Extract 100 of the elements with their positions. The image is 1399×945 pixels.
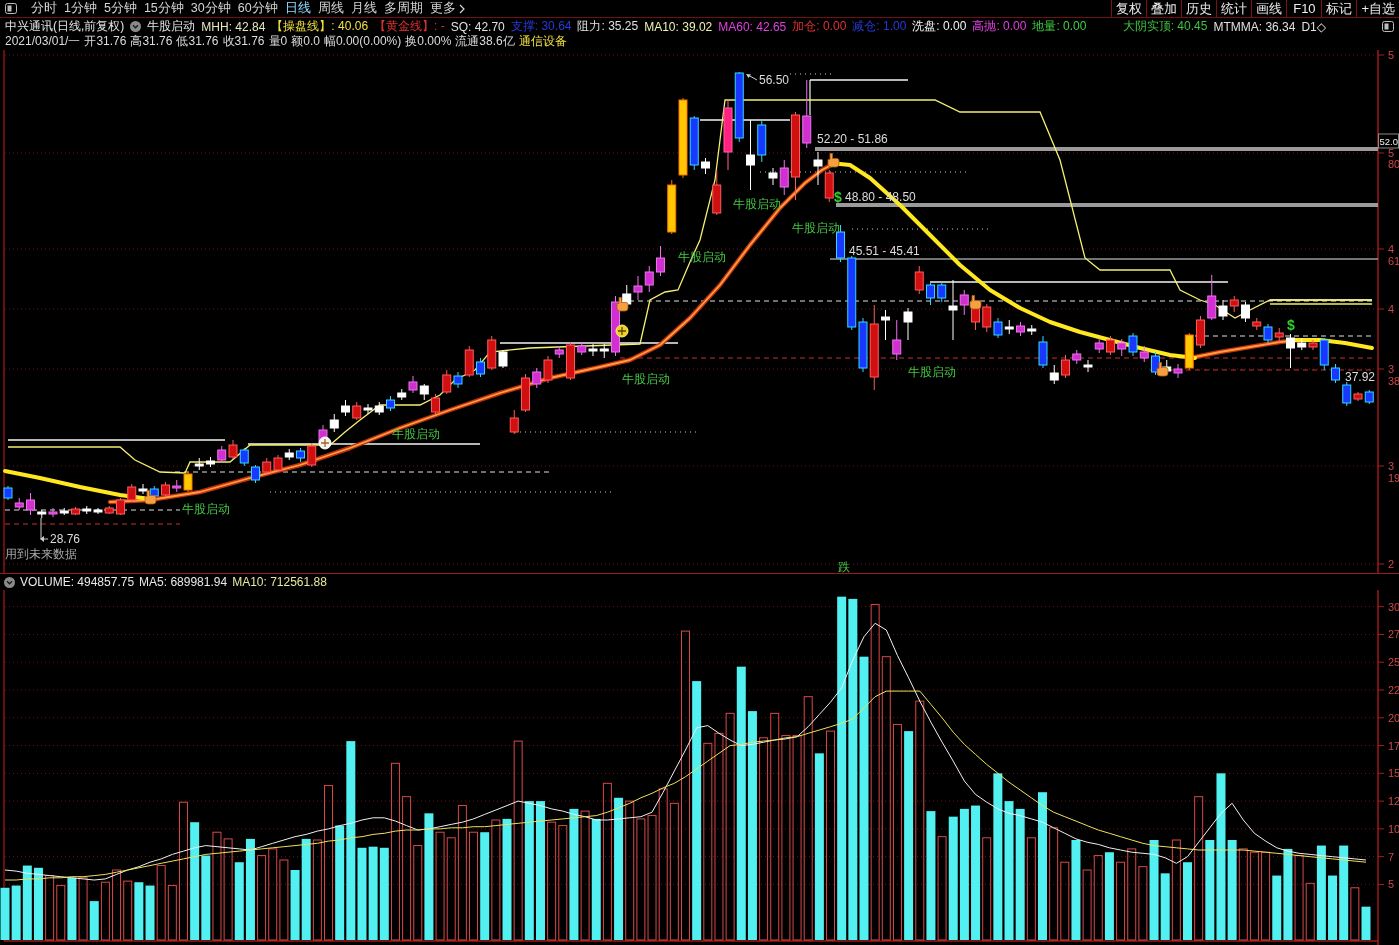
circle-marker-icon (318, 436, 332, 450)
period-tab[interactable]: 30分钟 (190, 0, 231, 17)
candlestick (1083, 359, 1093, 373)
tool-button[interactable]: 标记 (1321, 0, 1357, 17)
panel-toggle-icon[interactable] (5, 3, 17, 14)
volume-bar (0, 887, 10, 940)
signal-marker: $ (1287, 317, 1295, 333)
axis-label: 3 (1388, 363, 1395, 375)
price-label: 56.50 (759, 73, 790, 87)
candlestick (59, 507, 69, 516)
period-tab[interactable]: 1分钟 (64, 0, 97, 17)
candlestick (824, 169, 834, 203)
candlestick (228, 439, 238, 460)
dropdown-icon[interactable] (4, 576, 15, 588)
candlestick (1117, 338, 1127, 357)
period-tab[interactable]: 60分钟 (237, 0, 278, 17)
tool-button[interactable]: 叠加 (1146, 0, 1182, 17)
quote-stat: 换0.00% (405, 34, 452, 50)
leader-arrow (746, 74, 758, 81)
indicator-name: 牛股启动 (147, 18, 196, 35)
signal-label: 牛股启动 (392, 427, 440, 441)
axis-label: 17 (1388, 739, 1399, 752)
candlestick (914, 265, 924, 295)
candlestick (296, 447, 305, 463)
candlestick (532, 367, 542, 389)
period-tab[interactable]: 15分钟 (143, 0, 184, 17)
hand-pointer-icon (616, 297, 629, 312)
tool-button[interactable]: 画线 (1251, 0, 1287, 17)
fall-label: 跌 (838, 560, 850, 573)
candlestick (813, 151, 823, 186)
candlestick (1139, 345, 1149, 363)
candlestick (993, 317, 1003, 339)
axis-label: 5 (1388, 50, 1395, 61)
leader-line (809, 79, 811, 116)
tool-button[interactable]: 统计 (1216, 0, 1252, 17)
period-tab[interactable]: 月线 (350, 0, 377, 17)
tool-button[interactable]: 历史 (1181, 0, 1217, 17)
signal-label: 牛股启动 (182, 502, 230, 516)
candlestick (1286, 333, 1295, 369)
axis-label: 15 (1388, 767, 1399, 780)
period-tab[interactable]: 5分钟 (103, 0, 137, 17)
hand-pointer-icon (969, 295, 982, 310)
panel-toggle-icon[interactable] (1382, 21, 1394, 32)
candlestick (1229, 295, 1239, 313)
volume-bar (1082, 869, 1092, 941)
candlestick (746, 119, 755, 191)
candlestick (1274, 327, 1284, 343)
candlestick (217, 445, 227, 464)
axis-label: 22 (1388, 684, 1399, 696)
tool-button[interactable]: 复权 (1111, 0, 1147, 17)
candlestick (1196, 315, 1205, 349)
signal-label: 牛股启动 (792, 221, 840, 235)
candlestick (431, 393, 440, 415)
axis-label: 4 (1388, 303, 1395, 315)
industry-label: 通信设备 (518, 33, 567, 50)
candlestick (341, 399, 350, 417)
quote-stat: 低31.76 (176, 33, 219, 50)
candlestick (1297, 337, 1307, 351)
candlestick (37, 509, 47, 519)
signal-label: 牛股启动 (908, 365, 956, 379)
axis-label: 5 (1388, 147, 1395, 159)
quote-stat: 高31.76 (130, 33, 173, 50)
indicator-value: 阻力: 35.25 (577, 18, 639, 35)
candlestick (926, 281, 935, 306)
indicator-value: 洗盘: 0.00 (912, 18, 967, 35)
tool-button[interactable]: F10 (1286, 0, 1322, 17)
candlestick (521, 373, 530, 413)
axis-label: 61 (1388, 255, 1399, 267)
price-label: 28.76 (50, 532, 81, 546)
dropdown-icon[interactable] (130, 21, 142, 32)
candlestick (633, 275, 643, 301)
candlestick (757, 119, 767, 163)
candlestick (262, 457, 272, 476)
volume-bar (112, 869, 122, 941)
candlestick (566, 341, 575, 381)
warning-note: 用到未来数据 (5, 547, 77, 561)
hand-pointer-icon (1156, 362, 1169, 377)
period-tab[interactable]: 日线 (284, 0, 311, 17)
candlestick (1106, 335, 1115, 356)
candlestick (599, 343, 609, 359)
candlestick (892, 319, 902, 361)
volume-bar (56, 885, 66, 941)
candlestick (116, 497, 125, 516)
tool-button[interactable]: +自选 (1356, 0, 1399, 17)
candlestick (1004, 319, 1014, 335)
axis-label: 10 (1388, 822, 1399, 835)
axis-label: 27 (1388, 628, 1399, 641)
period-tab[interactable]: 分时 (31, 0, 57, 17)
indicator-value: 减仓: 1.00 (852, 18, 907, 35)
more-tab[interactable]: 更多 (429, 0, 465, 17)
period-tab[interactable]: 周线 (317, 0, 344, 17)
candlestick (307, 442, 317, 468)
axis-label: 5 (1388, 878, 1395, 891)
candlestick (476, 357, 485, 378)
quote-stat: 幅0.00(0.00%) (323, 33, 402, 50)
quote-stat: 2021/03/01/一 (5, 33, 81, 50)
candlestick (734, 71, 744, 143)
candlestick (1241, 301, 1250, 323)
period-tab[interactable]: 多周期 (383, 0, 423, 17)
candlestick (577, 341, 587, 356)
